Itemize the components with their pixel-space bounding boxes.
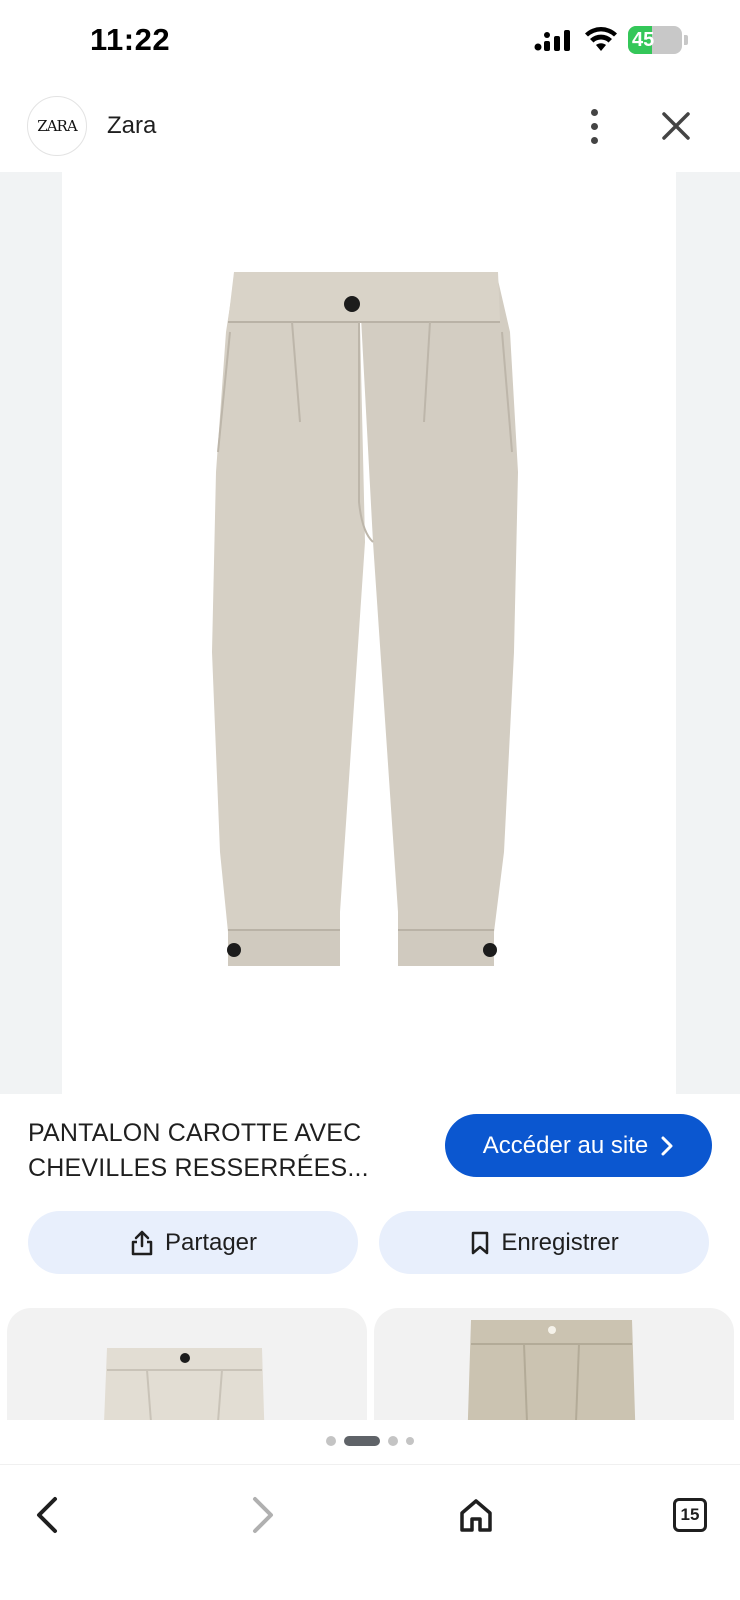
- site-logo[interactable]: ZARA: [27, 96, 87, 156]
- share-button[interactable]: Partager: [28, 1211, 358, 1274]
- wifi-icon: [585, 27, 617, 51]
- back-icon: [37, 1497, 57, 1533]
- status-bar: 11:22 45: [0, 0, 740, 88]
- related-card[interactable]: [374, 1308, 734, 1420]
- related-pants-image: [104, 1348, 265, 1420]
- close-button[interactable]: [654, 104, 698, 148]
- visit-site-label: Accéder au site: [482, 1131, 649, 1159]
- home-icon: [460, 1499, 492, 1532]
- bookmark-icon: [472, 1231, 489, 1254]
- carousel-dot: [326, 1436, 336, 1446]
- battery-level: 45: [632, 28, 655, 51]
- forward-button[interactable]: [234, 1487, 290, 1543]
- share-label: Partager: [164, 1228, 258, 1256]
- site-name[interactable]: Zara: [107, 112, 156, 140]
- tabs-button[interactable]: 15: [673, 1498, 707, 1532]
- product-image-area: [0, 172, 740, 1094]
- carousel-dot-active: [344, 1436, 380, 1446]
- back-button[interactable]: [20, 1487, 76, 1543]
- carousel-dot: [388, 1436, 398, 1446]
- status-icons: 45: [534, 26, 688, 54]
- signal-icon: [534, 30, 570, 51]
- product-title: PANTALON CAROTTE AVEC CHEVILLES RESSERRÉ…: [28, 1119, 369, 1182]
- bottom-nav: 15: [0, 1464, 740, 1600]
- related-card[interactable]: [7, 1308, 367, 1420]
- site-header: ZARA Zara: [0, 92, 740, 170]
- product-image[interactable]: [62, 172, 676, 1094]
- carousel-indicator: [0, 1436, 740, 1446]
- logo-text: ZARA: [37, 117, 77, 135]
- chevron-right-icon: [661, 1136, 673, 1155]
- pants-image: [212, 272, 518, 966]
- related-pants-image: [467, 1320, 636, 1420]
- status-time: 11:22: [90, 22, 171, 57]
- close-icon: [662, 112, 690, 140]
- save-label: Enregistrer: [501, 1228, 619, 1256]
- home-button[interactable]: [448, 1487, 504, 1543]
- more-vert-icon[interactable]: [576, 106, 612, 146]
- visit-site-button[interactable]: Accéder au site: [445, 1114, 712, 1177]
- battery-icon: 45: [628, 26, 688, 54]
- save-button[interactable]: Enregistrer: [379, 1211, 709, 1274]
- share-icon: [131, 1230, 153, 1255]
- tabs-count: 15: [680, 1505, 700, 1524]
- related-results: [0, 1308, 740, 1420]
- forward-icon: [253, 1497, 273, 1533]
- carousel-dot: [406, 1437, 414, 1445]
